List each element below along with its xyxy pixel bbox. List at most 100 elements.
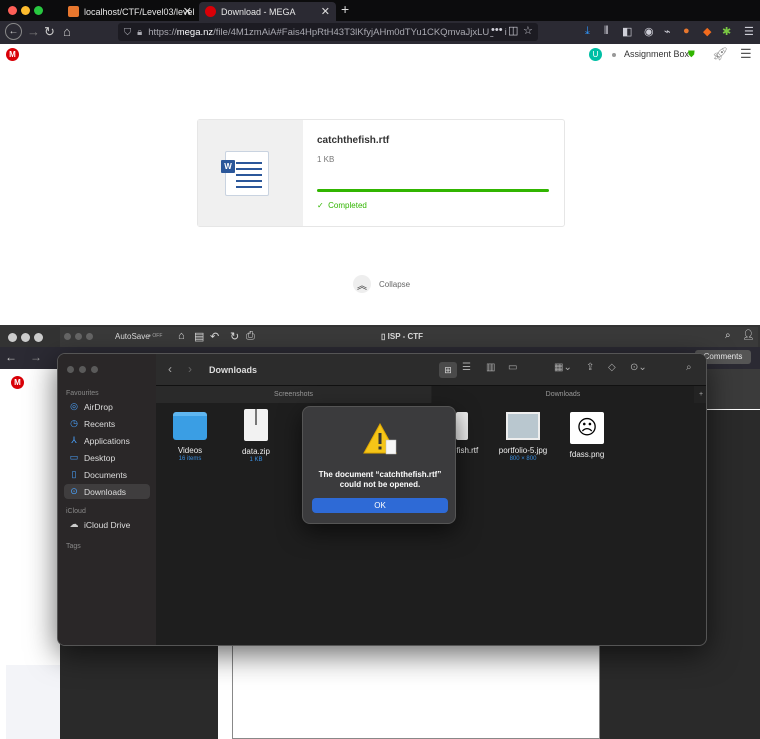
autosave-toggle[interactable]: ● OFF	[148, 333, 162, 339]
sidebar-item-desktop[interactable]: ▭ Desktop	[64, 450, 150, 465]
shield-badge-icon: ⛊	[688, 49, 695, 59]
clock-icon: ◷	[70, 418, 78, 428]
extension-green-icon[interactable]: ✱	[722, 25, 731, 38]
file-item-videos[interactable]: Videos 16 items	[155, 412, 225, 462]
airdrop-icon: ◎	[70, 401, 78, 411]
autosave-label: AutoSave	[115, 332, 150, 341]
image-thumbnail	[506, 412, 540, 440]
download-progress-bar	[317, 189, 549, 192]
redo-icon[interactable]: ↻	[230, 330, 239, 343]
url-bar[interactable]: ⛉ 🔒︎ https://mega.nz/file/4M1zmAiA#Fais4…	[118, 23, 538, 41]
rocket-icon[interactable]: 🚀︎	[712, 46, 729, 62]
new-tab-icon[interactable]: +	[694, 386, 706, 403]
browser-nav-bar: ← → ↻ ⌂ ⛉ 🔒︎ https://mega.nz/file/4M1zmA…	[0, 21, 760, 44]
share-icon[interactable]: ⇪	[586, 362, 594, 373]
forward-chevron-icon[interactable]: ›	[188, 362, 192, 376]
account-name[interactable]: Assignment Box	[624, 49, 689, 59]
reload-icon[interactable]: ↻	[44, 24, 55, 40]
finder-toolbar: ‹ › Downloads ⊞ ☰ ▥ ▭ ▦⌄ ⇪ ◇ ⊙⌄ ⌕	[156, 354, 706, 386]
tab-localhost[interactable]: localhost/CTF/Level03/level03.p ✕	[62, 2, 198, 21]
extension-icon[interactable]: ⌁	[664, 25, 671, 38]
bookmark-star-icon[interactable]: ☆	[523, 24, 533, 37]
group-icon[interactable]: ▦⌄	[554, 362, 572, 373]
tag-icon[interactable]: ◇	[608, 362, 616, 373]
sidebar-icon[interactable]: ◧	[622, 25, 632, 38]
back-arrow-icon[interactable]: ←	[5, 23, 22, 40]
sidebar-item-documents[interactable]: ▯ Documents	[64, 467, 150, 482]
bg-back-icon: ←	[5, 350, 17, 364]
ublock-extension-icon[interactable]: ◆	[703, 25, 711, 38]
tab-downloads[interactable]: Downloads	[432, 386, 694, 403]
shield-icon: ⛉	[124, 26, 132, 38]
downloads-icon[interactable]: ⤓	[585, 25, 590, 38]
alert-message: The document “catchthefish.rtf” could no…	[318, 470, 442, 489]
menu-icon[interactable]: ☰	[740, 46, 752, 62]
word-window-dot	[75, 333, 82, 340]
undo-icon[interactable]: ↶	[210, 330, 219, 343]
search-icon[interactable]: ⌕	[686, 362, 692, 373]
sidebar-item-airdrop[interactable]: ◎ AirDrop	[64, 399, 150, 414]
mega-logo-icon[interactable]: M	[6, 48, 19, 61]
download-card: W catchthefish.rtf 1 KB ✓ Completed	[197, 119, 565, 227]
save-icon[interactable]: ▤	[194, 330, 204, 343]
more-options-icon[interactable]: ⊙⌄	[630, 362, 647, 373]
home-icon[interactable]: ⌂	[63, 24, 71, 39]
finder-close-button[interactable]	[67, 366, 74, 373]
tab-screenshots[interactable]: Screenshots	[156, 386, 431, 403]
zoom-window-button[interactable]	[34, 6, 43, 15]
file-thumbnail: W	[198, 120, 303, 226]
list-view-icon[interactable]: ☰	[462, 362, 471, 373]
minimize-window-button[interactable]	[21, 6, 30, 15]
bg-window-dot	[8, 333, 17, 342]
new-tab-icon[interactable]: +	[341, 1, 349, 17]
sidebar-item-downloads[interactable]: ⊙ Downloads	[64, 484, 150, 499]
doc-icon: ▯	[381, 332, 386, 341]
file-name: catchthefish.rtf	[317, 135, 390, 146]
close-window-button[interactable]	[8, 6, 17, 15]
finder-minimize-button[interactable]	[79, 366, 86, 373]
close-tab-icon[interactable]: ✕	[321, 5, 330, 18]
completed-status: ✓ Completed	[317, 201, 367, 210]
close-tab-icon[interactable]: ✕	[183, 5, 192, 18]
sidebar-item-applications[interactable]: ⅄ Applications	[64, 433, 150, 448]
url-text: https://mega.nz/file/4M1zmAiA#Fais4HpRtH…	[148, 26, 507, 38]
double-chevron-up-icon: ︽	[353, 275, 371, 293]
favourites-heading: Favourites	[66, 390, 99, 397]
word-document-icon: W	[221, 151, 269, 196]
zip-file-icon	[244, 409, 268, 441]
finder-sidebar: Favourites ◎ AirDrop ◷ Recents ⅄ Applicatio…	[58, 354, 156, 645]
file-item-data-zip[interactable]: data.zip 1 KB	[221, 409, 291, 463]
icon-view-icon[interactable]: ⊞	[439, 362, 457, 378]
back-chevron-icon[interactable]: ‹	[168, 362, 172, 376]
sidebar-item-recents[interactable]: ◷ Recents	[64, 416, 150, 431]
hamburger-menu-icon[interactable]: ☰	[744, 25, 754, 38]
finder-zoom-button[interactable]	[91, 366, 98, 373]
tab-mega[interactable]: Download - MEGA ✕	[199, 2, 336, 21]
sidebar-item-icloud-drive[interactable]: ☁︎ iCloud Drive	[64, 517, 150, 532]
user-avatar[interactable]: U	[589, 48, 602, 61]
word-window-dot	[86, 333, 93, 340]
more-actions-icon[interactable]: •••	[489, 24, 505, 36]
share-person-icon[interactable]: 👤︎	[742, 330, 755, 341]
cookie-extension-icon[interactable]: ●	[683, 25, 690, 37]
column-view-icon[interactable]: ▥	[486, 362, 495, 373]
forward-arrow-icon[interactable]: →	[27, 24, 40, 39]
mega-top-bar: M U Assignment Box ⛊ 🚀︎ ☰	[0, 44, 760, 66]
ok-button[interactable]: OK	[312, 498, 448, 513]
status-dot	[612, 53, 616, 57]
file-item-portfolio[interactable]: portfolio-5.jpg 800 × 800	[488, 412, 558, 462]
bg-mega-logo-icon: M	[11, 376, 24, 389]
finder-window: Favourites ◎ AirDrop ◷ Recents ⅄ Applicatio…	[57, 353, 707, 646]
pocket-icon[interactable]: ◫	[508, 24, 519, 37]
collapse-button[interactable]: ︽ Collapse	[353, 275, 410, 293]
home-icon[interactable]: ⌂	[178, 330, 185, 342]
library-icon[interactable]: ⫴	[604, 25, 609, 38]
print-icon[interactable]: ⎙	[246, 330, 255, 343]
file-item-fdass[interactable]: ☹︎ fdass.png	[552, 412, 622, 459]
applications-icon: ⅄	[71, 435, 77, 445]
search-icon[interactable]: ⌕	[725, 330, 731, 341]
warning-icon	[363, 422, 397, 455]
gallery-view-icon[interactable]: ▭	[508, 362, 517, 373]
document-page	[232, 640, 600, 739]
account-icon[interactable]: ◉	[644, 25, 654, 38]
